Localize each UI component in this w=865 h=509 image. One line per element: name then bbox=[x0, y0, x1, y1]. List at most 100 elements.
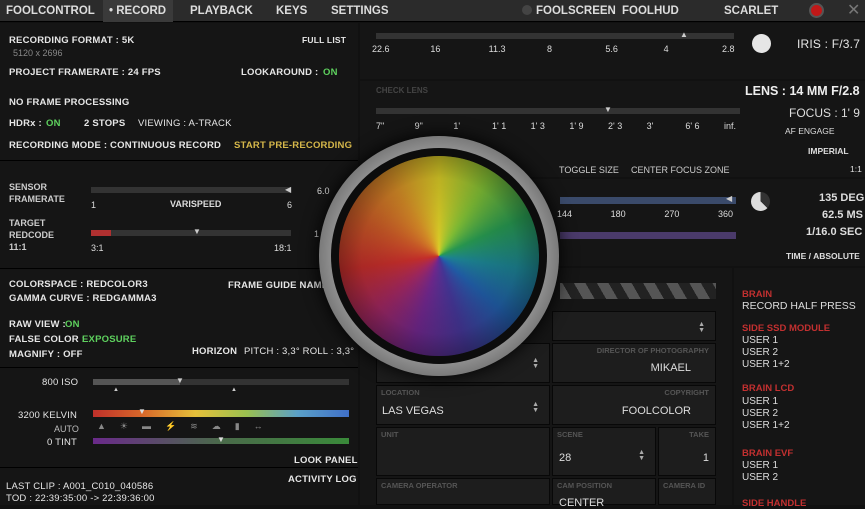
viewing-track[interactable]: VIEWING : A-TRACK bbox=[138, 118, 232, 129]
full-list-button[interactable]: FULL LIST bbox=[302, 35, 346, 45]
iso-value[interactable]: 800 ISO bbox=[42, 377, 78, 388]
gamma-curve[interactable]: GAMMA CURVE : REDGAMMA3 bbox=[9, 293, 157, 304]
af-engage-button[interactable]: AF ENGAGE bbox=[785, 126, 835, 136]
iso-handle-icon[interactable]: ▼ bbox=[176, 376, 184, 385]
shutter-ms[interactable]: 62.5 MS bbox=[822, 209, 863, 221]
ssd-user-2[interactable]: USER 2 bbox=[742, 347, 778, 359]
scene-field[interactable]: SCENE 28 ▲ ▼ bbox=[552, 427, 656, 476]
camera-id-field[interactable]: CAMERA ID bbox=[658, 478, 716, 505]
foolscreen-indicator-icon bbox=[522, 5, 532, 15]
ssd-user-1-2[interactable]: USER 1+2 bbox=[742, 359, 790, 371]
record-button[interactable] bbox=[809, 3, 824, 18]
false-color-value[interactable]: EXPOSURE bbox=[82, 334, 136, 345]
ssd-user-1[interactable]: USER 1 bbox=[742, 335, 778, 347]
unit-field[interactable]: UNIT bbox=[376, 427, 550, 476]
slate-field[interactable]: ▲ ▼ bbox=[552, 311, 716, 341]
close-icon[interactable]: ✕ bbox=[847, 0, 860, 20]
look-panel-button[interactable]: LOOK PANEL bbox=[294, 455, 358, 466]
hdrx-label[interactable]: HDRx : bbox=[9, 118, 42, 129]
cam-position-field[interactable]: CAM POSITION CENTER bbox=[552, 478, 656, 509]
lookaround-value[interactable]: ON bbox=[323, 67, 338, 78]
shutter-degrees[interactable]: 135 DEG bbox=[819, 192, 864, 204]
record-half-press[interactable]: RECORD HALF PRESS bbox=[742, 300, 856, 312]
spinner-icon[interactable]: ▲ ▼ bbox=[698, 321, 705, 334]
evf-user-1[interactable]: USER 1 bbox=[742, 460, 778, 472]
toggle-size-button[interactable]: TOGGLE SIZE bbox=[559, 165, 619, 175]
redcode-handle-icon[interactable]: ▼ bbox=[193, 227, 201, 236]
lookaround-label[interactable]: LOOKAROUND : bbox=[241, 67, 318, 78]
iris-tick-label: 8 bbox=[547, 44, 553, 54]
time-slider[interactable] bbox=[560, 232, 736, 239]
kelvin-value[interactable]: 3200 KELVIN bbox=[18, 410, 77, 421]
tint-handle-icon[interactable]: ▼ bbox=[217, 435, 225, 444]
imperial-toggle[interactable]: IMPERIAL bbox=[808, 146, 849, 156]
tab-playback[interactable]: PLAYBACK bbox=[190, 0, 253, 22]
recording-mode[interactable]: RECORDING MODE : CONTINUOUS RECORD bbox=[9, 140, 221, 151]
focus-tick-label: 7" bbox=[376, 121, 385, 131]
framerate-slider[interactable] bbox=[91, 187, 291, 193]
tab-foolscreen[interactable]: FOOLSCREEN bbox=[536, 0, 616, 22]
shutter-seconds[interactable]: 1/16.0 SEC bbox=[806, 226, 862, 238]
center-focus-zone-button[interactable]: CENTER FOCUS ZONE bbox=[631, 165, 730, 175]
shutter-angle-icon bbox=[751, 192, 770, 211]
focus-handle-icon[interactable]: ▼ bbox=[604, 105, 612, 114]
location-field[interactable]: LOCATION LAS VEGAS ▲ ▼ bbox=[376, 385, 550, 425]
shutter-tick-label: 270 bbox=[664, 209, 680, 219]
divider bbox=[0, 367, 358, 368]
tab-foolhud[interactable]: FOOLHUD bbox=[622, 0, 679, 22]
lcd-user-1[interactable]: USER 1 bbox=[742, 396, 778, 408]
focus-slider[interactable] bbox=[376, 108, 740, 114]
kelvin-slider[interactable] bbox=[93, 410, 349, 417]
iris-indicator-icon[interactable] bbox=[752, 34, 771, 53]
spinner-icon[interactable]: ▲ ▼ bbox=[638, 449, 645, 462]
tab-settings[interactable]: SETTINGS bbox=[331, 0, 389, 22]
redcode-slider[interactable] bbox=[91, 230, 291, 236]
hdrx-stops[interactable]: 2 STOPS bbox=[84, 118, 125, 129]
recording-format[interactable]: RECORDING FORMAT : 5K bbox=[9, 35, 134, 46]
ssd-title: SIDE SSD MODULE bbox=[742, 323, 831, 334]
lcd-user-1-2[interactable]: USER 1+2 bbox=[742, 420, 790, 432]
colorspace[interactable]: COLORSPACE : REDCOLOR3 bbox=[9, 279, 148, 290]
activity-log-button[interactable]: ACTIVITY LOG bbox=[288, 474, 357, 485]
auto-wb[interactable]: AUTO bbox=[54, 424, 79, 434]
tab-foolcontrol[interactable]: FOOLCONTROL bbox=[6, 0, 95, 22]
focus-tick-label: 6' 6 bbox=[685, 121, 700, 131]
framerate-handle-icon[interactable]: ◀ bbox=[285, 185, 291, 194]
iris-value[interactable]: IRIS : F/3.7 bbox=[797, 37, 860, 51]
spinner-icon[interactable]: ▲ ▼ bbox=[532, 401, 539, 414]
take-field[interactable]: TAKE 1 bbox=[658, 427, 716, 476]
evf-user-2[interactable]: USER 2 bbox=[742, 472, 778, 484]
frame-guide-name[interactable]: FRAME GUIDE NAME bbox=[228, 280, 328, 291]
copyright-field[interactable]: COPYRIGHT FOOLCOLOR bbox=[552, 385, 716, 425]
spinner-icon[interactable]: ▲ ▼ bbox=[532, 357, 539, 370]
frame-processing[interactable]: NO FRAME PROCESSING bbox=[9, 97, 129, 108]
start-pre-recording-button[interactable]: START PRE-RECORDING bbox=[234, 140, 352, 151]
tab-record[interactable]: • RECORD bbox=[103, 0, 173, 22]
tab-keys[interactable]: KEYS bbox=[276, 0, 307, 22]
raw-view-label[interactable]: RAW VIEW : bbox=[9, 319, 66, 330]
format-resolution: 5120 x 2696 bbox=[13, 48, 63, 58]
project-framerate[interactable]: PROJECT FRAMERATE : 24 FPS bbox=[9, 67, 161, 78]
check-lens[interactable]: CHECK LENS bbox=[376, 86, 428, 95]
horizon-label[interactable]: HORIZON bbox=[192, 346, 237, 357]
iso-marker-icon: ▲ bbox=[113, 387, 119, 393]
shutter-handle-icon[interactable]: ◀ bbox=[726, 194, 732, 203]
director-field[interactable]: DIRECTOR OF PHOTOGRAPHY MIKAEL bbox=[552, 343, 716, 383]
focus-value[interactable]: FOCUS : 1' 9 bbox=[789, 106, 860, 120]
operator-field[interactable]: CAMERA OPERATOR bbox=[376, 478, 550, 505]
varispeed-label[interactable]: VARISPEED bbox=[170, 199, 221, 209]
iris-handle-icon[interactable]: ▲ bbox=[680, 30, 688, 39]
wb-preset-icons[interactable]: ▲☀▬⚡≋☁▮↔ bbox=[97, 421, 277, 432]
tint-value[interactable]: 0 TINT bbox=[47, 437, 77, 448]
focus-ratio: 1:1 bbox=[850, 164, 862, 174]
raw-view-value[interactable]: ON bbox=[65, 319, 80, 330]
false-color-label[interactable]: FALSE COLOR : bbox=[9, 334, 85, 345]
framerate-value: 6.0 bbox=[317, 186, 330, 196]
handle-title: SIDE HANDLE bbox=[742, 498, 807, 509]
hdrx-value[interactable]: ON bbox=[46, 118, 61, 129]
magnify[interactable]: MAGNIFY : OFF bbox=[9, 349, 83, 360]
lcd-user-2[interactable]: USER 2 bbox=[742, 408, 778, 420]
shutter-slider[interactable] bbox=[560, 197, 736, 204]
kelvin-handle-icon[interactable]: ▼ bbox=[138, 407, 146, 416]
time-absolute-toggle[interactable]: TIME / ABSOLUTE bbox=[786, 251, 860, 261]
